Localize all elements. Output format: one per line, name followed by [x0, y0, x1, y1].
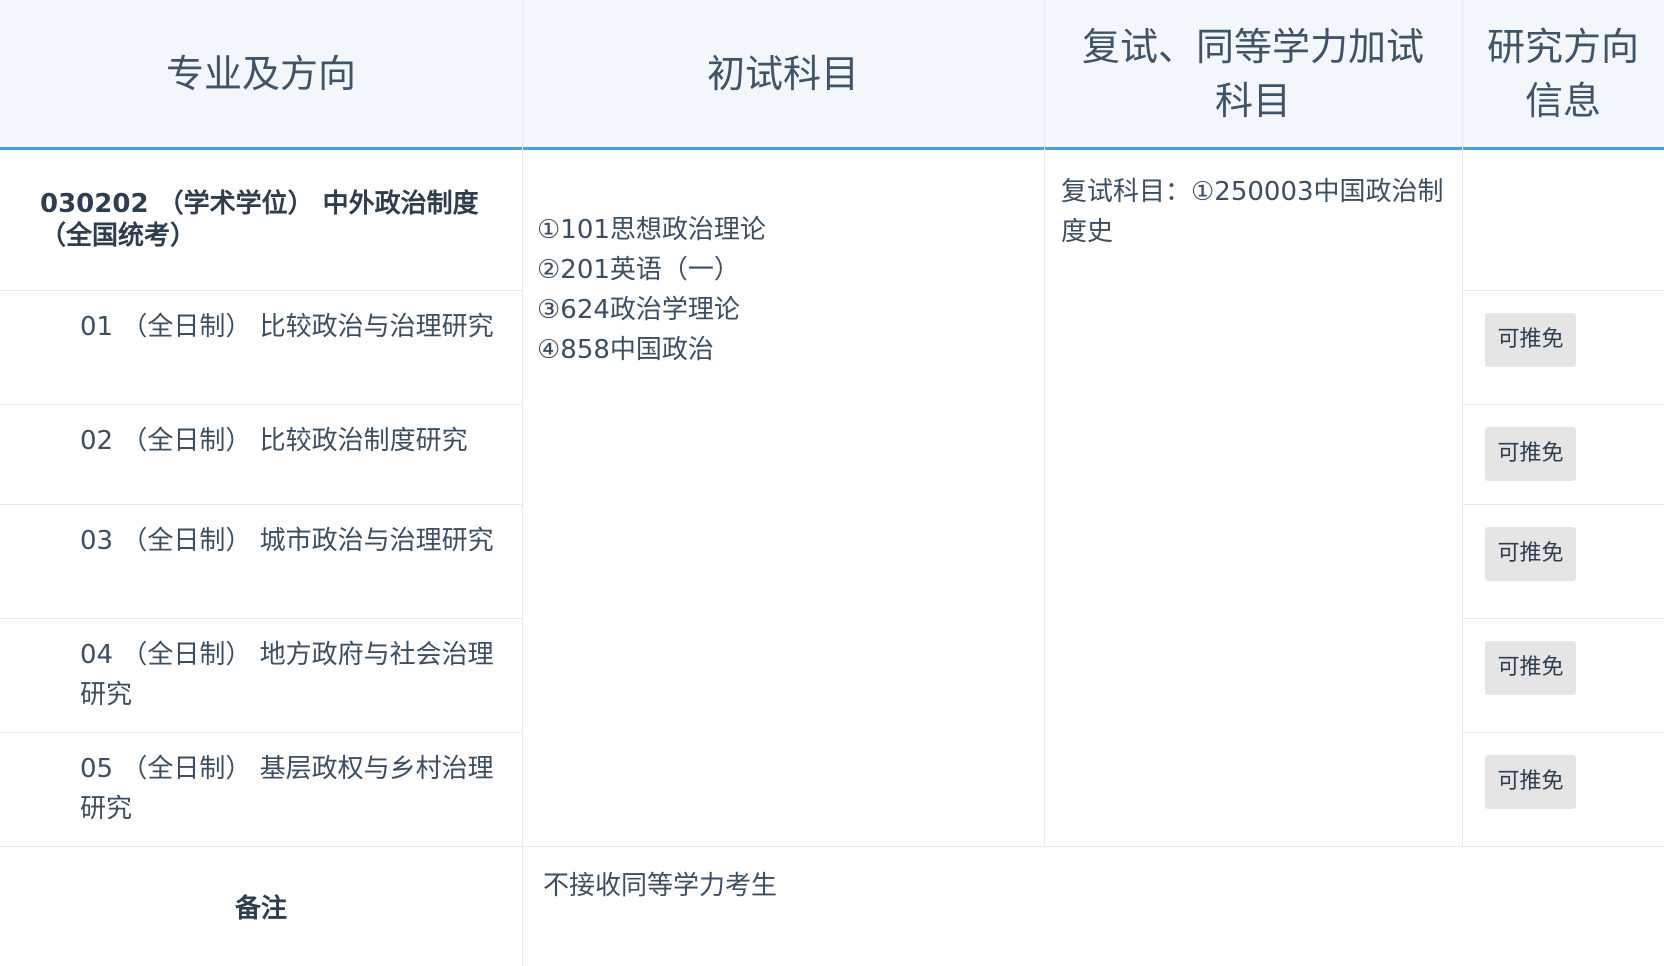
- major-name: 030202 （学术学位） 中外政治制度 （全国统考）: [40, 189, 479, 251]
- header-initial-subjects: 初试科目: [706, 51, 859, 96]
- recommend-exempt-badge[interactable]: 可推免: [1485, 755, 1576, 809]
- row-divider: [0, 290, 522, 291]
- column-divider: [522, 0, 523, 966]
- direction-label: 05 （全日制） 基层政权与乡村治理研究: [80, 754, 494, 824]
- subject-item: ④858中国政治: [537, 335, 714, 365]
- column-divider: [1462, 0, 1463, 846]
- header-retest-subjects: 复试、同等学力加试科目: [1081, 24, 1424, 123]
- header-direction-info: 研究方向信息: [1486, 24, 1639, 123]
- direction-label: 01 （全日制） 比较政治与治理研究: [80, 312, 494, 342]
- row-divider: [1462, 290, 1664, 291]
- row-divider: [0, 618, 522, 619]
- recommend-exempt-badge[interactable]: 可推免: [1485, 313, 1576, 367]
- row-divider: [0, 404, 522, 405]
- subject-item: ③624政治学理论: [537, 295, 740, 325]
- row-divider: [0, 732, 522, 733]
- remark-label: 备注: [234, 893, 287, 924]
- row-divider: [1462, 404, 1664, 405]
- initial-subjects: ①101思想政治理论 ②201英语（一） ③624政治学理论 ④858中国政治: [537, 210, 1017, 370]
- header-major: 专业及方向: [165, 51, 356, 96]
- column-divider: [1044, 0, 1045, 846]
- recommend-exempt-badge[interactable]: 可推免: [1485, 641, 1576, 695]
- direction-label: 03 （全日制） 城市政治与治理研究: [80, 526, 494, 556]
- direction-label: 04 （全日制） 地方政府与社会治理研究: [80, 640, 494, 710]
- row-divider: [0, 504, 522, 505]
- program-table: 专业及方向 初试科目 复试、同等学力加试科目 研究方向信息 030202 （学术…: [0, 0, 1664, 966]
- recommend-exempt-badge[interactable]: 可推免: [1485, 527, 1576, 581]
- row-divider: [1462, 732, 1664, 733]
- retest-subjects: 复试科目：①250003中国政治制度史: [1061, 177, 1444, 247]
- row-divider: [1462, 504, 1664, 505]
- recommend-exempt-badge[interactable]: 可推免: [1485, 427, 1576, 481]
- remark-text: 不接收同等学力考生: [543, 871, 778, 901]
- subject-item: ①101思想政治理论: [537, 215, 766, 245]
- row-divider: [1462, 618, 1664, 619]
- direction-label: 02 （全日制） 比较政治制度研究: [80, 426, 468, 456]
- subject-item: ②201英语（一）: [537, 255, 740, 285]
